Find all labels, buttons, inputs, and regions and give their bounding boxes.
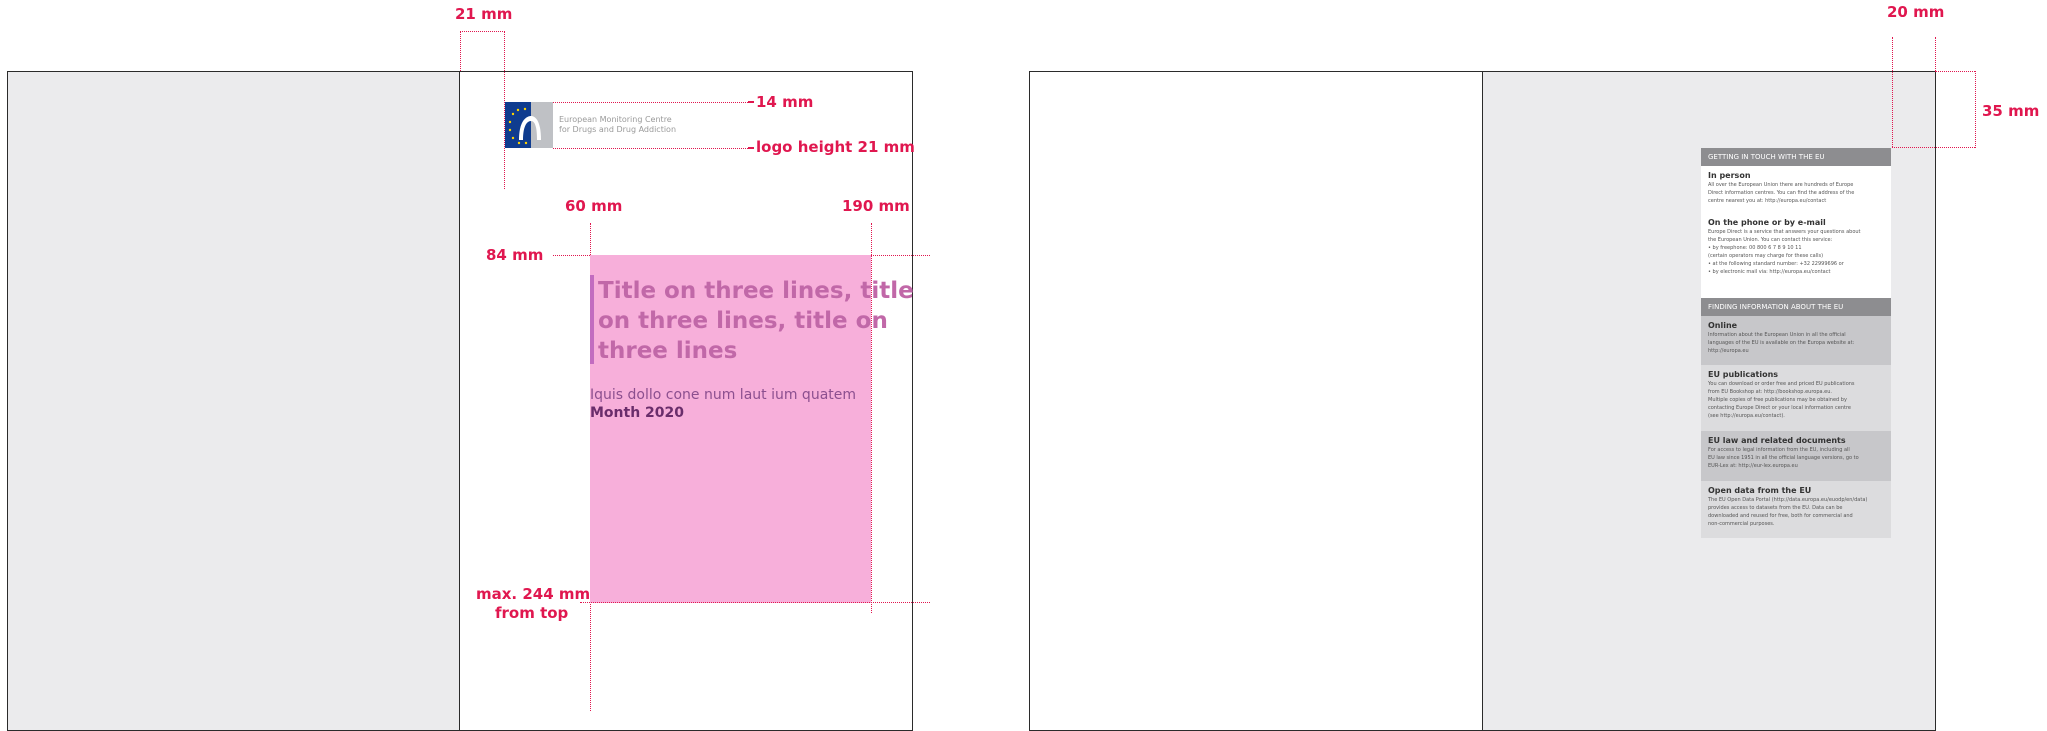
info-line: Direct information centres. You can find… — [1708, 190, 1855, 196]
info-line: provides access to datasets from the EU.… — [1708, 505, 1843, 511]
dim-190mm-label: 190 mm — [842, 197, 910, 215]
info-line: • at the following standard number: +32 … — [1708, 261, 1844, 267]
dim-logo-height-label: logo height 21 mm — [756, 138, 915, 156]
dim-14mm-label: 14 mm — [756, 93, 814, 111]
info-line: from EU Bookshop at: http://bookshop.eur… — [1708, 389, 1832, 395]
info-block-in-person: In person All over the European Union th… — [1701, 166, 1891, 213]
dim-244mm-line — [580, 602, 930, 603]
info-line: the European Union. You can contact this… — [1708, 237, 1833, 243]
info-line: The EU Open Data Portal (http://data.eur… — [1708, 497, 1868, 503]
info-line: EU law since 1951 in all the official la… — [1708, 455, 1859, 461]
cover-title-line-3: three lines — [598, 338, 738, 364]
info-title-in-person: In person — [1708, 171, 1751, 180]
dim-60mm-label: 60 mm — [565, 197, 623, 215]
dim-20mm-label: 20 mm — [1887, 3, 1945, 21]
dim-14mm-tick — [748, 101, 754, 103]
dim-35mm-guide — [1975, 71, 1976, 148]
dim-14mm-line — [553, 102, 748, 103]
cover-title-line-1: Title on three lines, title — [598, 278, 914, 304]
title-accent-bar — [590, 275, 594, 364]
info-block-eu-publications: EU publications You can download or orde… — [1701, 365, 1891, 431]
info-line: languages of the EU is available on the … — [1708, 340, 1855, 346]
dim-from-top-label: from top — [495, 604, 569, 622]
info-line: http://europa.eu — [1708, 348, 1749, 354]
dim-21mm-label: 21 mm — [455, 5, 513, 23]
info-line: Multiple copies of free publications may… — [1708, 397, 1847, 403]
dim-page-edge-line — [1935, 71, 1975, 72]
info-line: All over the European Union there are hu… — [1708, 182, 1854, 188]
info-block-online: Online Information about the European Un… — [1701, 316, 1891, 365]
finding-information-heading: FINDING INFORMATION ABOUT THE EU — [1701, 298, 1891, 316]
info-title-phone-email: On the phone or by e-mail — [1708, 218, 1826, 227]
info-line: (certain operators may charge for these … — [1708, 253, 1824, 259]
dim-21mm-left-guide — [460, 31, 461, 71]
info-line: • by electronic mail via: http://europa.… — [1708, 269, 1831, 275]
emcdda-emblem-icon — [505, 102, 553, 148]
info-block-phone-email: On the phone or by e-mail Europe Direct … — [1701, 213, 1891, 298]
info-line: You can download or order free and price… — [1708, 381, 1855, 387]
dim-84mm-label: 84 mm — [486, 246, 544, 264]
info-line: Europe Direct is a service that answers … — [1708, 229, 1861, 235]
info-line: • by freephone: 00 800 6 7 8 9 10 11 — [1708, 245, 1802, 251]
eu-info-panel: GETTING IN TOUCH WITH THE EU In person A… — [1701, 148, 1891, 548]
left-spread-back-page — [7, 71, 460, 731]
emcdda-logo — [505, 102, 553, 148]
dim-20mm-right-guide — [1935, 37, 1936, 71]
cover-date: Month 2020 — [590, 405, 685, 421]
dim-20mm-left-guide — [1892, 37, 1893, 147]
getting-in-touch-heading: GETTING IN TOUCH WITH THE EU — [1701, 148, 1891, 166]
dim-35mm-label: 35 mm — [1982, 102, 2040, 120]
dim-logo-height-tick — [748, 147, 754, 149]
info-line: Information about the European Union in … — [1708, 332, 1846, 338]
info-title-eu-publications: EU publications — [1708, 370, 1779, 379]
info-title-eu-law: EU law and related documents — [1708, 436, 1846, 445]
cover-title-line-2: on three lines, title on — [598, 308, 888, 334]
info-line: non-commercial purposes. — [1708, 521, 1775, 527]
logo-name-line-1: European Monitoring Centre — [559, 115, 672, 124]
info-block-open-data: Open data from the EU The EU Open Data P… — [1701, 481, 1891, 538]
dim-max-244mm-label: max. 244 mm — [476, 585, 591, 603]
info-block-eu-law: EU law and related documents For access … — [1701, 431, 1891, 481]
info-line: contacting Europe Direct or your local i… — [1708, 405, 1851, 411]
info-title-open-data: Open data from the EU — [1708, 486, 1812, 495]
info-line: downloaded and reused for free, both for… — [1708, 513, 1853, 519]
info-line: centre nearest you at: http://europa.eu/… — [1708, 198, 1827, 204]
info-line: (see http://europa.eu/contact). — [1708, 413, 1785, 419]
inside-page — [1029, 71, 1483, 731]
cover-subtitle: Iquis dollo cone num laut ium quatem — [590, 387, 857, 403]
info-line: For access to legal information from the… — [1708, 447, 1850, 453]
dim-35mm-line — [1892, 147, 1975, 148]
logo-name-line-2: for Drugs and Drug Addiction — [559, 125, 677, 134]
info-title-online: Online — [1708, 321, 1738, 330]
dim-21mm-line — [460, 31, 505, 32]
dim-logo-height-line — [553, 148, 748, 149]
info-line: EUR-Lex at: http://eur-lex.europa.eu — [1708, 463, 1798, 469]
